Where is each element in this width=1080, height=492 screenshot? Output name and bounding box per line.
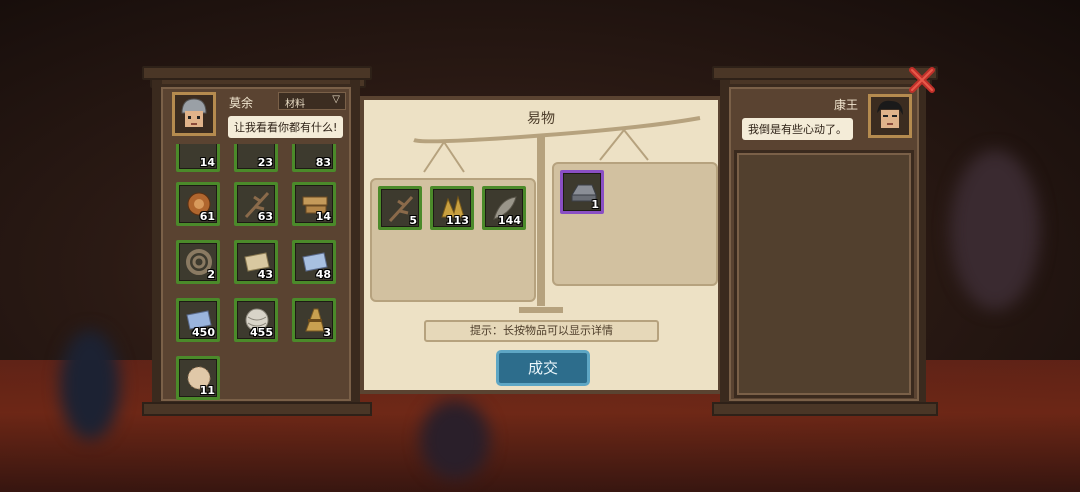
confirm-trade-button[interactable]: 成交 (496, 350, 590, 386)
inventory-slot[interactable]: 23 (234, 144, 278, 172)
inventory-slot[interactable]: 14 (176, 144, 220, 172)
helmet-portrait-icon (175, 95, 213, 133)
inventory-slot[interactable]: 455 (234, 298, 278, 342)
inventory-slot[interactable]: 11 (176, 356, 220, 400)
item-filter-dropdown[interactable]: 材料 ▽ (278, 92, 346, 110)
offer-slot-left[interactable]: 113 (430, 186, 474, 230)
item-count: 14 (315, 210, 331, 223)
close-button[interactable] (908, 66, 936, 94)
inventory-slot[interactable]: 83 (292, 144, 336, 172)
close-icon (909, 67, 935, 93)
item-count: 48 (315, 268, 331, 281)
background-figure (60, 330, 120, 440)
player-speech-bubble: 让我看看你都有什么! (228, 116, 344, 138)
item-count: 144 (498, 214, 521, 227)
left-panel-foot (142, 402, 372, 416)
item-count: 43 (257, 268, 273, 281)
item-count: 450 (192, 326, 215, 339)
item-count: 5 (409, 214, 417, 227)
merchant-speech-bubble: 我倒是有些心动了。 (742, 118, 853, 140)
inventory-slot[interactable]: 2 (176, 240, 220, 284)
inventory-slot[interactable]: 14 (292, 182, 336, 226)
item-count: 61 (199, 210, 215, 223)
item-count: 3 (323, 326, 331, 339)
player-name: 莫余 (229, 96, 254, 110)
inventory-slot[interactable]: 61 (176, 182, 220, 226)
inventory-slot[interactable]: 3 (292, 298, 336, 342)
offer-slot-left[interactable]: 144 (482, 186, 526, 230)
trade-hint: 提示：长按物品可以显示详情 (424, 320, 659, 342)
item-count: 83 (315, 156, 331, 169)
offer-slot-left[interactable]: 5 (378, 186, 422, 230)
offer-slot-right[interactable]: 1 (560, 170, 604, 214)
right-panel-foot (712, 402, 938, 416)
inventory-slot[interactable]: 450 (176, 298, 220, 342)
inventory-slot[interactable]: 63 (234, 182, 278, 226)
merchant-name: 康王 (834, 98, 859, 112)
inventory-grid: 14 23 83 61 63 14 2 43 48 450 455 3 11 (166, 144, 346, 400)
item-count: 455 (250, 326, 273, 339)
filter-label: 材料 (285, 99, 305, 110)
item-count: 1 (591, 198, 599, 211)
merchant-offer-area (734, 150, 914, 398)
merchant-avatar[interactable] (868, 94, 912, 138)
item-count: 113 (446, 214, 469, 227)
background-figure (950, 150, 1040, 310)
item-count: 23 (257, 156, 273, 169)
item-count: 14 (199, 156, 215, 169)
item-count: 63 (257, 210, 273, 223)
item-count: 2 (207, 268, 215, 281)
inventory-slot[interactable]: 48 (292, 240, 336, 284)
chevron-down-icon: ▽ (332, 94, 340, 105)
player-avatar[interactable] (172, 92, 216, 136)
trade-panel: 易物 5 113 144 1 提示：长按物品可以显示详情 成交 (360, 96, 722, 394)
merchant-portrait-icon (871, 97, 909, 135)
background-figure (420, 400, 490, 480)
item-count: 11 (199, 384, 215, 397)
inventory-slot[interactable]: 43 (234, 240, 278, 284)
